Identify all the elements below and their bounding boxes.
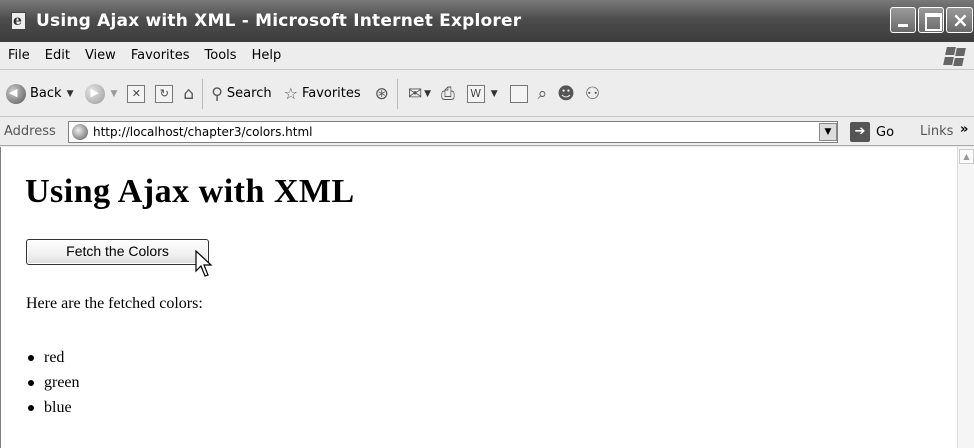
bullet-icon [28, 404, 34, 411]
page-content: Using Ajax with XML Fetch the Colors Her… [0, 147, 957, 448]
toolbar-separator [396, 78, 398, 109]
discuss-icon[interactable] [509, 84, 528, 103]
menu-view[interactable]: View [85, 48, 116, 63]
vertical-scrollbar[interactable]: ▲ [957, 147, 974, 448]
favorites-star-icon: ☆ [283, 84, 298, 103]
toolbar: Back ▼ ▼ ✕ ↻ ⌂ ⚲ Search ☆ Favorites ⊛ ✉ … [0, 71, 974, 117]
favorites-button[interactable]: ☆ Favorites [284, 84, 361, 103]
links-button[interactable]: Links [920, 124, 953, 139]
word-edit-icon[interactable]: W [466, 84, 485, 103]
address-bar: Address http://localhost/chapter3/colors… [0, 118, 974, 146]
favorites-label: Favorites [301, 86, 361, 101]
media-icon[interactable]: ⊛ [375, 84, 389, 104]
edit-dropdown-icon[interactable]: ▼ [491, 89, 498, 99]
scroll-up-icon[interactable]: ▲ [959, 149, 974, 164]
search-label: Search [226, 86, 272, 101]
fetch-colors-button[interactable]: Fetch the Colors [26, 239, 209, 265]
menu-favorites[interactable]: Favorites [131, 48, 190, 63]
research-icon[interactable]: ⌕ [538, 84, 548, 104]
list-item: blue [26, 395, 80, 420]
address-input[interactable]: http://localhost/chapter3/colors.html ▼ [68, 121, 838, 143]
stop-icon[interactable]: ✕ [127, 84, 146, 103]
menu-edit[interactable]: Edit [45, 48, 70, 63]
page-icon [72, 124, 88, 140]
color-list: red green blue [26, 345, 80, 420]
refresh-icon[interactable]: ↻ [155, 84, 174, 103]
window-title: Using Ajax with XML - Microsoft Internet… [36, 11, 522, 31]
close-button[interactable]: × [946, 7, 973, 33]
go-button[interactable]: ➔ Go [850, 122, 894, 142]
maximize-button[interactable] [918, 7, 944, 33]
mouse-cursor-icon [195, 250, 213, 277]
menu-help[interactable]: Help [252, 48, 282, 63]
search-button[interactable]: ⚲ Search [211, 84, 271, 103]
go-arrow-icon: ➔ [850, 122, 870, 142]
address-label: Address [4, 124, 56, 139]
bullet-icon [28, 379, 34, 386]
back-arrow-icon [6, 83, 26, 104]
print-icon[interactable]: ⎙ [441, 84, 455, 104]
mail-icon[interactable]: ✉ [408, 84, 422, 104]
minimize-button[interactable] [890, 7, 916, 33]
people-icon[interactable]: ⚇ [585, 84, 600, 104]
browser-window: e Using Ajax with XML - Microsoft Intern… [0, 0, 974, 448]
menu-tools[interactable]: Tools [205, 48, 237, 63]
list-item: green [26, 370, 80, 395]
menu-bar: File Edit View Favorites Tools Help [0, 42, 974, 70]
mail-dropdown-icon[interactable]: ▼ [424, 89, 431, 99]
address-dropdown-icon[interactable]: ▼ [819, 123, 837, 141]
toolbar-separator [202, 78, 204, 109]
list-item: red [26, 345, 80, 370]
forward-dropdown-icon[interactable]: ▼ [110, 89, 117, 99]
color-name: blue [44, 398, 72, 416]
close-icon: × [952, 8, 969, 32]
address-url[interactable]: http://localhost/chapter3/colors.html [93, 125, 313, 139]
ie-page-icon: e [8, 10, 30, 32]
page-heading: Using Ajax with XML [25, 173, 355, 210]
go-label: Go [876, 124, 895, 140]
forward-button[interactable]: ▼ [85, 83, 117, 104]
bullet-icon [28, 354, 34, 361]
search-icon: ⚲ [211, 84, 223, 103]
intro-text: Here are the fetched colors: [26, 295, 203, 312]
color-name: green [44, 373, 80, 391]
messenger-icon[interactable]: ☻ [557, 84, 575, 104]
home-icon[interactable]: ⌂ [183, 84, 194, 104]
forward-arrow-icon [85, 83, 106, 104]
back-dropdown-icon[interactable]: ▼ [67, 89, 74, 99]
windows-logo-icon [938, 45, 968, 67]
color-name: red [44, 348, 65, 366]
menu-file[interactable]: File [8, 48, 30, 63]
back-button[interactable]: Back ▼ [6, 83, 74, 104]
chevron-right-icon[interactable]: » [960, 122, 968, 137]
title-bar: e Using Ajax with XML - Microsoft Intern… [0, 0, 974, 42]
back-label: Back [30, 86, 62, 101]
